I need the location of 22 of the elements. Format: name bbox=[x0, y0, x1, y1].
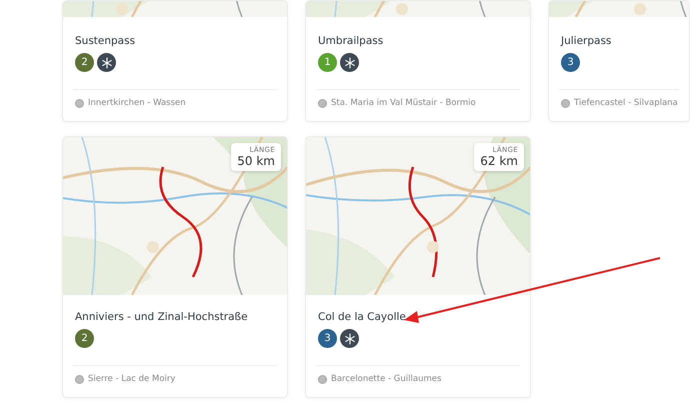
route-text: Barcelonette - Guillaumes bbox=[331, 374, 442, 384]
pass-title[interactable]: Sustenpass bbox=[75, 35, 265, 47]
difficulty-badge: 2 bbox=[75, 53, 94, 72]
location-pin-icon bbox=[318, 98, 327, 108]
pass-title[interactable]: Col de la Cayolle bbox=[318, 311, 508, 323]
length-value: 50 km bbox=[237, 154, 275, 168]
difficulty-badge: 3 bbox=[561, 53, 580, 72]
length-value: 62 km bbox=[480, 154, 518, 168]
difficulty-badge: 1 bbox=[318, 53, 337, 72]
route-text: Tiefencastel - Silvaplana bbox=[574, 98, 678, 108]
route-text: Sta. Maria im Val Müstair - Bormio bbox=[331, 98, 476, 108]
difficulty-badge: 3 bbox=[318, 329, 337, 348]
route-text: Innertkirchen - Wassen bbox=[88, 98, 186, 108]
pass-title[interactable]: Anniviers - und Zinal-Hochstraße bbox=[75, 311, 265, 323]
location-pin-icon bbox=[75, 98, 84, 108]
route-text: Sierre - Lac de Moiry bbox=[88, 374, 176, 384]
location-pin-icon bbox=[561, 98, 570, 108]
location-pin-icon bbox=[75, 374, 84, 384]
difficulty-badge: 2 bbox=[75, 329, 94, 348]
pass-title[interactable]: Julierpass bbox=[561, 35, 667, 47]
location-pin-icon bbox=[318, 374, 327, 384]
pass-title[interactable]: Umbrailpass bbox=[318, 35, 508, 47]
